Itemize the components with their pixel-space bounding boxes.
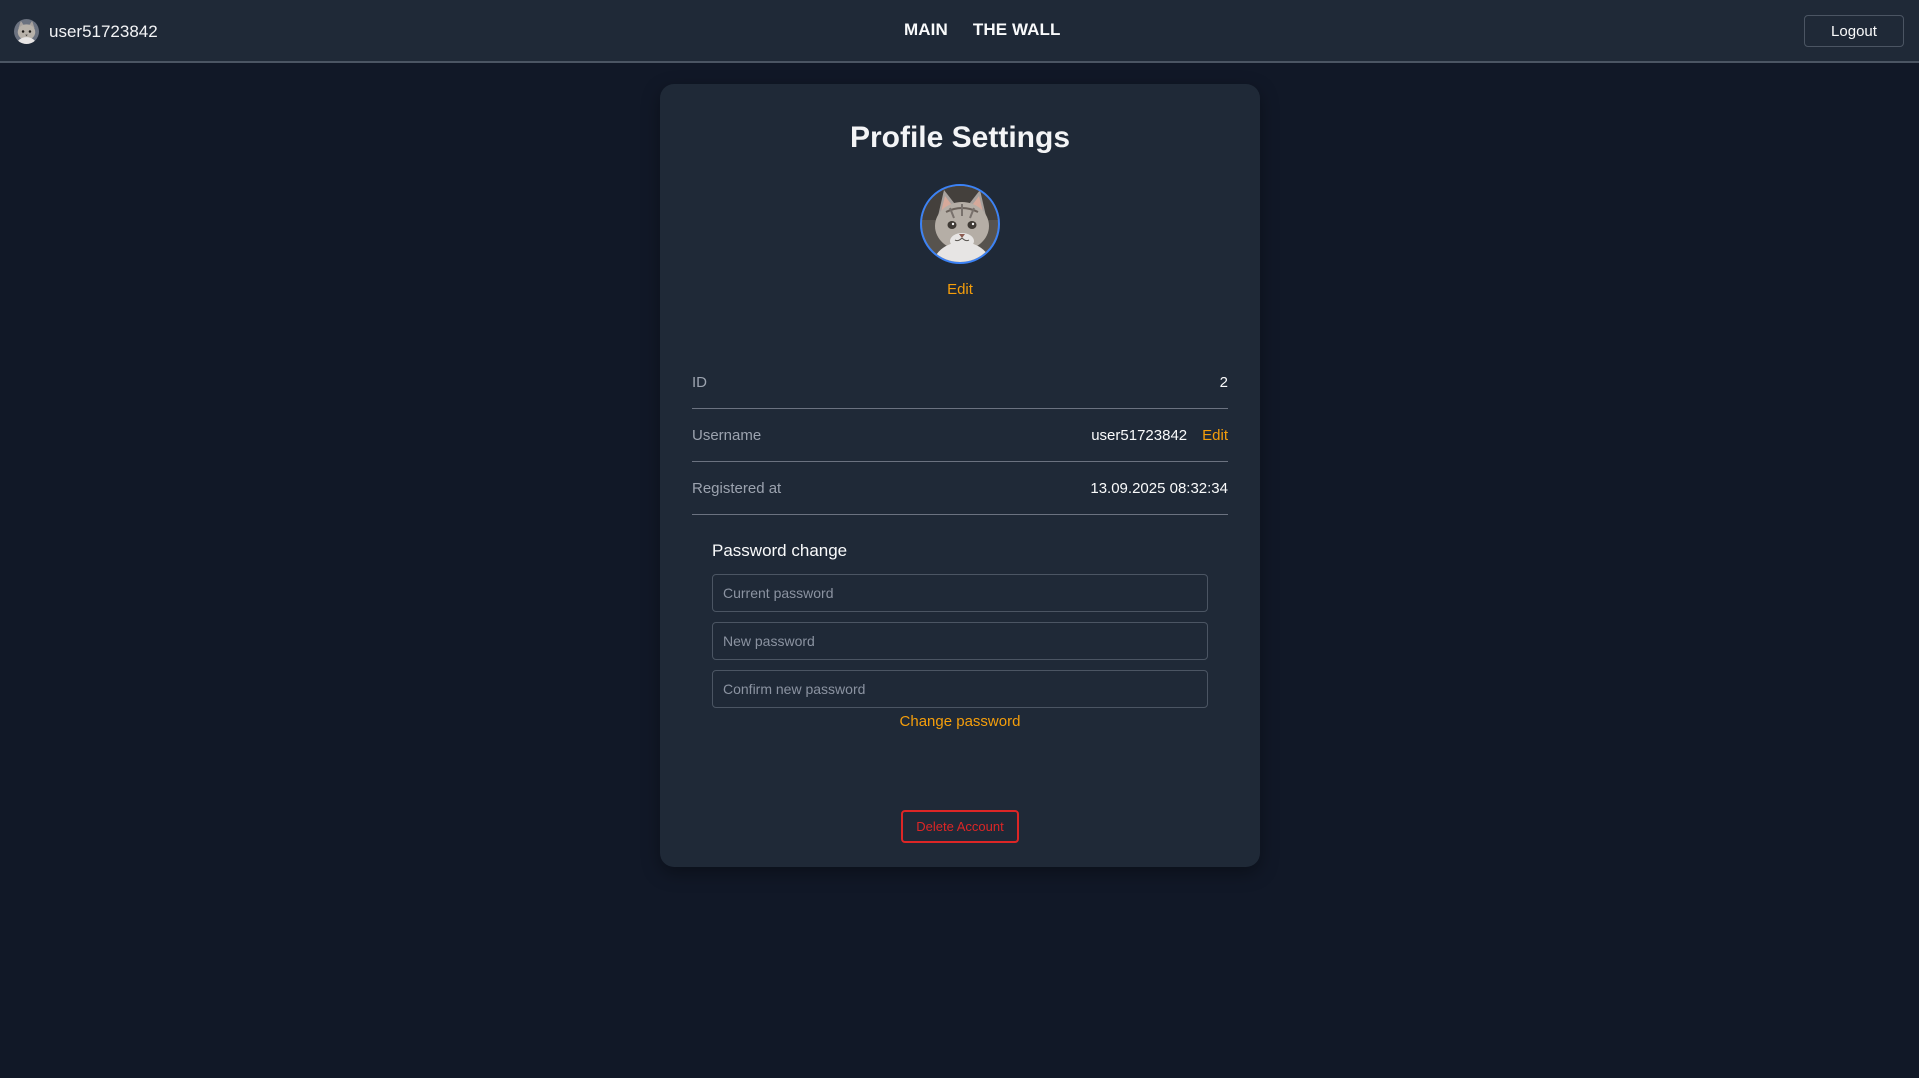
info-label: ID — [692, 373, 707, 391]
profile-avatar — [920, 184, 1000, 264]
confirm-password-input[interactable] — [712, 670, 1208, 708]
page-title: Profile Settings — [849, 121, 1071, 154]
nav-link-the-wall[interactable]: THE WALL — [973, 20, 1061, 40]
info-label: Username — [692, 426, 762, 444]
info-label: Registered at — [692, 479, 782, 497]
logout-button[interactable]: Logout — [1804, 15, 1904, 47]
info-value: 13.09.2025 08:32:34 — [1090, 479, 1228, 497]
nav-link-main[interactable]: MAIN — [904, 20, 948, 40]
change-password-button[interactable]: Change password — [660, 713, 1260, 730]
username-edit-link[interactable]: Edit — [1202, 427, 1228, 444]
user-chip[interactable]: user51723842 — [14, 19, 158, 44]
info-row-registered-at: Registered at 13.09.2025 08:32:34 — [692, 462, 1228, 515]
info-value: user51723842 — [1091, 426, 1188, 444]
password-change-title: Password change — [712, 541, 848, 560]
delete-account-button[interactable]: Delete Account — [901, 810, 1019, 843]
cat-photo-icon — [922, 186, 998, 262]
profile-settings-card: Profile Settings Edit ID 2 Username user… — [660, 84, 1260, 867]
avatar-edit-link[interactable]: Edit — [660, 281, 1260, 298]
username-value-group: user51723842 Edit — [1091, 427, 1228, 444]
current-password-input[interactable] — [712, 574, 1208, 612]
cat-avatar-icon — [14, 19, 39, 44]
top-navbar: user51723842 MAIN THE WALL Logout — [0, 0, 1919, 63]
main-nav: MAIN THE WALL — [904, 20, 1061, 40]
new-password-input[interactable] — [712, 622, 1208, 660]
header-username: user51723842 — [49, 21, 158, 41]
info-value: 2 — [1219, 373, 1228, 391]
info-row-username: Username user51723842 Edit — [692, 409, 1228, 462]
info-row-id: ID 2 — [692, 356, 1228, 409]
